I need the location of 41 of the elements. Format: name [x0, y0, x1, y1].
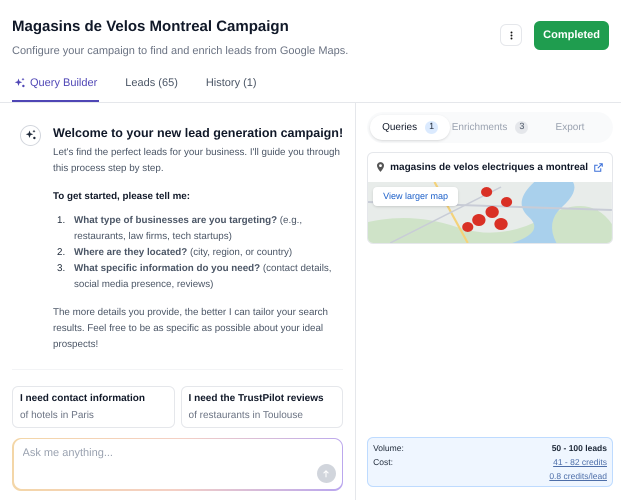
assistant-avatar [20, 124, 41, 146]
step-number: 3. [57, 262, 66, 276]
suggestion-title: I need the TrustPilot reviews [188, 392, 325, 406]
location-pin-icon [377, 162, 384, 172]
page-title: Magasins de Velos Montreal Campaign [12, 17, 290, 37]
step-text: What specific information do you need? (contact details, social media presence, reviews) [74, 262, 332, 292]
side-tab[interactable]: Enrichments 3 [450, 114, 530, 140]
chat-input[interactable]: Ask me anything... [14, 439, 342, 489]
suggestion-detail: of hotels in Paris [20, 408, 95, 422]
view-larger-map-button[interactable]: View larger map [373, 186, 458, 206]
send-button[interactable] [316, 464, 336, 483]
intro-text: Let's find the perfect leads for your business. I'll guide you through this process step by step. [53, 146, 341, 176]
suggestion-card[interactable]: I need contact information of hotels in Paris [12, 386, 175, 428]
count-badge: 3 [515, 120, 528, 134]
query-text: magasins de velos electriques a montreal [390, 160, 588, 174]
step-number: 1. [57, 214, 66, 228]
outro-text: The more details you provide, the better I can tailor your search results. Feel free to be as specific as possible about your ideal prospects! [53, 306, 329, 352]
step-text: Where are they located? (city, region, or country) [74, 246, 292, 260]
prompt-text: To get started, please tell me: [53, 190, 192, 204]
page-subtitle: Configure your campaign to find and enrich leads from Google Maps. [12, 44, 348, 58]
suggestion-title: I need contact information [20, 392, 146, 406]
more-icon [510, 30, 513, 40]
estimate-label: Volume: [373, 442, 404, 455]
tab[interactable]: Query Builder [12, 71, 100, 102]
welcome-title: Welcome to your new lead generation campaign! [53, 124, 344, 140]
estimate-label: Cost: [373, 456, 393, 469]
arrow-up-icon [322, 470, 330, 478]
estimate-link[interactable]: 41 - 82 credits [553, 455, 607, 469]
estimate-link[interactable]: 0.8 credits/lead [549, 469, 607, 483]
step-number: 2. [57, 246, 66, 260]
step-text: What type of businesses are you targeting? (e.g., restaurants, law firms, tech startups) [74, 214, 304, 244]
tab[interactable]: Leads (65) [123, 71, 180, 102]
more-button[interactable] [500, 24, 522, 46]
suggestion-card[interactable]: I need the TrustPilot reviews of restaurants in Toulouse [180, 386, 344, 428]
tab[interactable]: History (1) [204, 71, 259, 102]
suggestion-detail: of restaurants in Toulouse [188, 408, 304, 422]
side-tab[interactable]: Queries 1 [370, 114, 450, 140]
estimate-value: 50 - 100 leads [552, 442, 607, 455]
completed-button[interactable]: Completed [534, 21, 609, 50]
external-link-icon[interactable] [594, 162, 603, 172]
count-badge: 1 [425, 120, 438, 134]
